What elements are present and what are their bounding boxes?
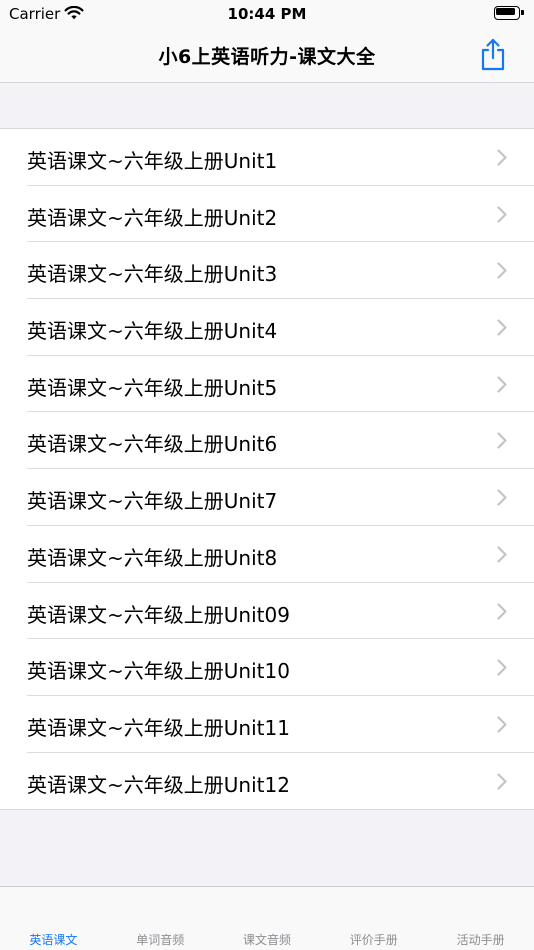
list-item[interactable]: 英语课文~六年级上册Unit2 bbox=[0, 186, 534, 243]
tab-word-audio[interactable]: 单词音频 bbox=[107, 931, 214, 948]
chevron-right-icon bbox=[497, 432, 507, 450]
chevron-right-icon bbox=[497, 376, 507, 393]
tab-activity-handbook[interactable]: 活动手册 bbox=[427, 931, 534, 948]
list-item[interactable]: 英语课文~六年级上册Unit6 bbox=[0, 412, 534, 469]
list-item[interactable]: 英语课文~六年级上册Unit4 bbox=[0, 299, 534, 356]
list-item-label: 英语课文~六年级上册Unit12 bbox=[27, 772, 290, 797]
list-item[interactable]: 英语课文~六年级上册Unit8 bbox=[0, 526, 534, 583]
chevron-right-icon bbox=[497, 546, 507, 563]
page-title: 小6上英语听力-课文大全 bbox=[158, 46, 376, 68]
list-item-label: 英语课文~六年级上册Unit7 bbox=[27, 489, 278, 514]
list-item-label: 英语课文~六年级上册Unit5 bbox=[27, 375, 278, 400]
share-icon[interactable] bbox=[478, 37, 508, 71]
tab-english-texts[interactable]: 英语课文 bbox=[0, 931, 107, 948]
battery-icon bbox=[494, 6, 524, 20]
chevron-right-icon bbox=[497, 149, 507, 166]
list-item-label: 英语课文~六年级上册Unit10 bbox=[27, 659, 290, 684]
chevron-right-icon bbox=[497, 772, 507, 790]
list-item[interactable]: 英语课文~六年级上册Unit12 bbox=[0, 753, 534, 810]
list-item-label: 英语课文~六年级上册Unit4 bbox=[27, 319, 278, 344]
status-time: 10:44 PM bbox=[227, 5, 307, 23]
tab-evaluation-handbook[interactable]: 评价手册 bbox=[320, 931, 427, 948]
app-screen: Carrier 10:44 PM 小6上英语听力-课文大全 英语课文~六年级上册… bbox=[0, 0, 534, 950]
tab-bar: 英语课文 单词音频 课文音频 评价手册 活动手册 bbox=[0, 886, 534, 950]
list-item-label: 英语课文~六年级上册Unit8 bbox=[27, 545, 278, 570]
chevron-right-icon bbox=[497, 489, 507, 506]
chevron-right-icon bbox=[497, 602, 507, 620]
list-item[interactable]: 英语课文~六年级上册Unit10 bbox=[0, 639, 534, 696]
list-item-label: 英语课文~六年级上册Unit09 bbox=[27, 602, 290, 627]
list-item[interactable]: 英语课文~六年级上册Unit5 bbox=[0, 356, 534, 413]
list-item-label: 英语课文~六年级上册Unit3 bbox=[27, 262, 278, 287]
chevron-right-icon bbox=[497, 262, 507, 279]
list-item[interactable]: 英语课文~六年级上册Unit11 bbox=[0, 696, 534, 753]
list-item-label: 英语课文~六年级上册Unit2 bbox=[27, 205, 278, 230]
tab-text-audio[interactable]: 课文音频 bbox=[214, 931, 321, 948]
status-bar: Carrier 10:44 PM bbox=[0, 0, 534, 28]
chevron-right-icon bbox=[497, 716, 507, 733]
list-item[interactable]: 英语课文~六年级上册Unit7 bbox=[0, 469, 534, 526]
navigation-bar: 小6上英语听力-课文大全 bbox=[0, 28, 534, 83]
list-item-label: 英语课文~六年级上册Unit1 bbox=[27, 149, 278, 173]
list-item-label: 英语课文~六年级上册Unit11 bbox=[27, 715, 290, 740]
lesson-list: 英语课文~六年级上册Unit1 英语课文~六年级上册Unit2 英语课文~六年级… bbox=[0, 128, 534, 811]
list-item[interactable]: 英语课文~六年级上册Unit1 bbox=[0, 129, 534, 186]
chevron-right-icon bbox=[497, 206, 507, 223]
chevron-right-icon bbox=[497, 659, 507, 676]
list-item[interactable]: 英语课文~六年级上册Unit09 bbox=[0, 583, 534, 640]
chevron-right-icon bbox=[497, 319, 507, 336]
list-item-label: 英语课文~六年级上册Unit6 bbox=[27, 432, 278, 457]
list-item[interactable]: 英语课文~六年级上册Unit3 bbox=[0, 242, 534, 299]
